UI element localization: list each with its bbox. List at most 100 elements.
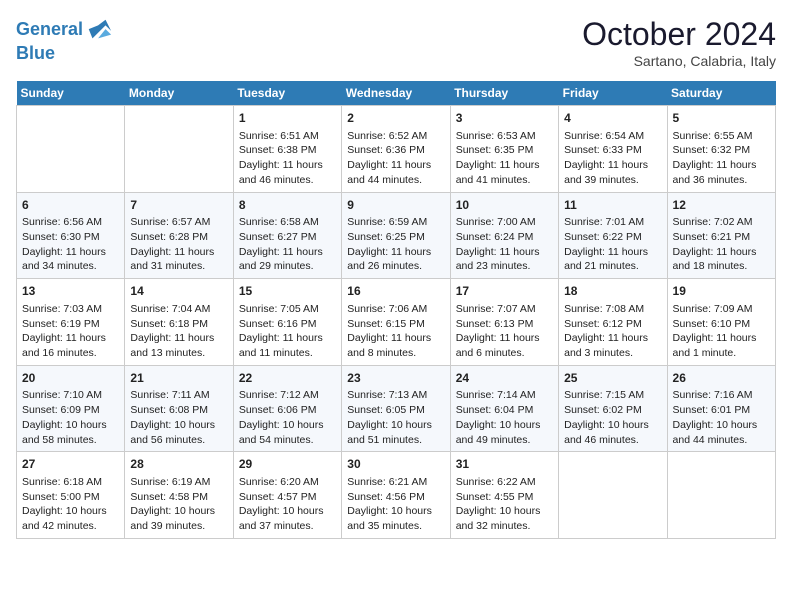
- day-info: Sunset: 6:27 PM: [239, 230, 336, 245]
- day-info: Sunrise: 7:11 AM: [130, 388, 227, 403]
- weekday-header: Friday: [559, 81, 667, 106]
- title-block: October 2024 Sartano, Calabria, Italy: [582, 16, 776, 69]
- day-info: Daylight: 10 hours and 42 minutes.: [22, 504, 119, 533]
- day-info: Daylight: 11 hours and 23 minutes.: [456, 245, 553, 274]
- day-info: Sunset: 6:28 PM: [130, 230, 227, 245]
- calendar-cell: 14Sunrise: 7:04 AMSunset: 6:18 PMDayligh…: [125, 279, 233, 366]
- day-info: Daylight: 11 hours and 26 minutes.: [347, 245, 444, 274]
- calendar-cell: 7Sunrise: 6:57 AMSunset: 6:28 PMDaylight…: [125, 192, 233, 279]
- day-info: Sunrise: 7:05 AM: [239, 302, 336, 317]
- day-number: 25: [564, 370, 661, 387]
- calendar-cell: [17, 106, 125, 193]
- calendar-cell: 4Sunrise: 6:54 AMSunset: 6:33 PMDaylight…: [559, 106, 667, 193]
- day-info: Sunrise: 6:52 AM: [347, 129, 444, 144]
- day-number: 21: [130, 370, 227, 387]
- day-number: 18: [564, 283, 661, 300]
- day-info: Sunrise: 6:18 AM: [22, 475, 119, 490]
- day-number: 28: [130, 456, 227, 473]
- calendar-cell: 31Sunrise: 6:22 AMSunset: 4:55 PMDayligh…: [450, 452, 558, 539]
- day-info: Daylight: 11 hours and 16 minutes.: [22, 331, 119, 360]
- weekday-header: Monday: [125, 81, 233, 106]
- day-info: Sunrise: 6:56 AM: [22, 215, 119, 230]
- day-info: Sunset: 6:36 PM: [347, 143, 444, 158]
- calendar-week-row: 1Sunrise: 6:51 AMSunset: 6:38 PMDaylight…: [17, 106, 776, 193]
- calendar-cell: 25Sunrise: 7:15 AMSunset: 6:02 PMDayligh…: [559, 365, 667, 452]
- calendar-cell: 30Sunrise: 6:21 AMSunset: 4:56 PMDayligh…: [342, 452, 450, 539]
- calendar-cell: [125, 106, 233, 193]
- calendar-cell: 9Sunrise: 6:59 AMSunset: 6:25 PMDaylight…: [342, 192, 450, 279]
- day-number: 3: [456, 110, 553, 127]
- day-info: Sunrise: 6:54 AM: [564, 129, 661, 144]
- calendar-week-row: 13Sunrise: 7:03 AMSunset: 6:19 PMDayligh…: [17, 279, 776, 366]
- day-info: Sunset: 6:01 PM: [673, 403, 770, 418]
- day-info: Daylight: 10 hours and 32 minutes.: [456, 504, 553, 533]
- day-info: Sunrise: 6:58 AM: [239, 215, 336, 230]
- day-info: Daylight: 10 hours and 35 minutes.: [347, 504, 444, 533]
- day-info: Sunset: 6:35 PM: [456, 143, 553, 158]
- day-info: Daylight: 11 hours and 34 minutes.: [22, 245, 119, 274]
- calendar-cell: 17Sunrise: 7:07 AMSunset: 6:13 PMDayligh…: [450, 279, 558, 366]
- calendar-cell: [559, 452, 667, 539]
- day-number: 1: [239, 110, 336, 127]
- day-info: Sunrise: 7:03 AM: [22, 302, 119, 317]
- day-info: Sunrise: 7:13 AM: [347, 388, 444, 403]
- day-info: Daylight: 10 hours and 58 minutes.: [22, 418, 119, 447]
- day-info: Sunset: 6:32 PM: [673, 143, 770, 158]
- calendar-cell: 8Sunrise: 6:58 AMSunset: 6:27 PMDaylight…: [233, 192, 341, 279]
- calendar-cell: 2Sunrise: 6:52 AMSunset: 6:36 PMDaylight…: [342, 106, 450, 193]
- day-number: 8: [239, 197, 336, 214]
- day-number: 10: [456, 197, 553, 214]
- month-year: October 2024: [582, 16, 776, 53]
- calendar-cell: 18Sunrise: 7:08 AMSunset: 6:12 PMDayligh…: [559, 279, 667, 366]
- calendar-cell: 19Sunrise: 7:09 AMSunset: 6:10 PMDayligh…: [667, 279, 775, 366]
- calendar-cell: 21Sunrise: 7:11 AMSunset: 6:08 PMDayligh…: [125, 365, 233, 452]
- day-info: Daylight: 11 hours and 29 minutes.: [239, 245, 336, 274]
- logo-icon: [85, 16, 113, 44]
- calendar-cell: 12Sunrise: 7:02 AMSunset: 6:21 PMDayligh…: [667, 192, 775, 279]
- day-number: 7: [130, 197, 227, 214]
- day-info: Daylight: 11 hours and 39 minutes.: [564, 158, 661, 187]
- day-info: Sunrise: 6:20 AM: [239, 475, 336, 490]
- day-info: Daylight: 11 hours and 18 minutes.: [673, 245, 770, 274]
- day-number: 20: [22, 370, 119, 387]
- day-number: 27: [22, 456, 119, 473]
- calendar-cell: 22Sunrise: 7:12 AMSunset: 6:06 PMDayligh…: [233, 365, 341, 452]
- day-info: Sunset: 5:00 PM: [22, 490, 119, 505]
- day-number: 5: [673, 110, 770, 127]
- day-number: 15: [239, 283, 336, 300]
- day-info: Daylight: 11 hours and 36 minutes.: [673, 158, 770, 187]
- day-info: Sunset: 6:25 PM: [347, 230, 444, 245]
- day-info: Sunset: 4:56 PM: [347, 490, 444, 505]
- day-info: Daylight: 11 hours and 21 minutes.: [564, 245, 661, 274]
- calendar-cell: 27 Sunrise: 6:18 AMSunset: 5:00 PMDayligh…: [17, 452, 125, 539]
- day-info: Sunrise: 7:10 AM: [22, 388, 119, 403]
- day-info: Sunrise: 7:01 AM: [564, 215, 661, 230]
- day-info: Sunset: 6:24 PM: [456, 230, 553, 245]
- day-info: Sunrise: 7:12 AM: [239, 388, 336, 403]
- logo: General Blue: [16, 16, 113, 64]
- day-info: Daylight: 10 hours and 51 minutes.: [347, 418, 444, 447]
- calendar-cell: 11Sunrise: 7:01 AMSunset: 6:22 PMDayligh…: [559, 192, 667, 279]
- day-info: Daylight: 10 hours and 44 minutes.: [673, 418, 770, 447]
- page-header: General Blue October 2024 Sartano, Calab…: [16, 16, 776, 69]
- day-info: Sunset: 6:33 PM: [564, 143, 661, 158]
- day-number: 12: [673, 197, 770, 214]
- day-number: 13: [22, 283, 119, 300]
- calendar-cell: 13Sunrise: 7:03 AMSunset: 6:19 PMDayligh…: [17, 279, 125, 366]
- weekday-header: Wednesday: [342, 81, 450, 106]
- calendar-cell: 23Sunrise: 7:13 AMSunset: 6:05 PMDayligh…: [342, 365, 450, 452]
- day-info: Sunrise: 7:08 AM: [564, 302, 661, 317]
- calendar-cell: 26Sunrise: 7:16 AMSunset: 6:01 PMDayligh…: [667, 365, 775, 452]
- day-info: Sunrise: 6:53 AM: [456, 129, 553, 144]
- day-info: Sunset: 6:16 PM: [239, 317, 336, 332]
- day-info: Sunset: 4:55 PM: [456, 490, 553, 505]
- day-info: Sunset: 4:58 PM: [130, 490, 227, 505]
- calendar-cell: 28Sunrise: 6:19 AMSunset: 4:58 PMDayligh…: [125, 452, 233, 539]
- day-number: 17: [456, 283, 553, 300]
- day-info: Daylight: 11 hours and 11 minutes.: [239, 331, 336, 360]
- day-number: 29: [239, 456, 336, 473]
- calendar-cell: 3 Sunrise: 6:53 AMSunset: 6:35 PMDaylight…: [450, 106, 558, 193]
- day-info: Daylight: 11 hours and 8 minutes.: [347, 331, 444, 360]
- day-info: Sunrise: 6:21 AM: [347, 475, 444, 490]
- day-info: Daylight: 11 hours and 41 minutes.: [456, 158, 553, 187]
